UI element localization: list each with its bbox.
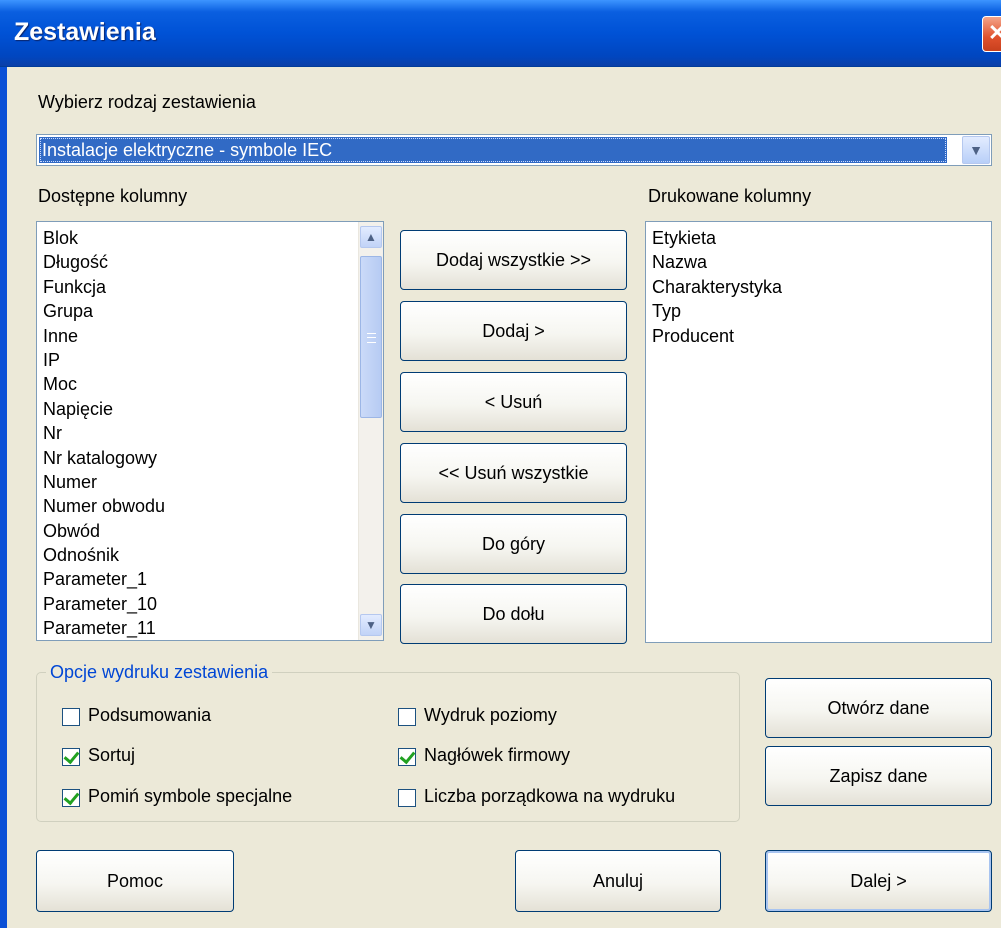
remove-button[interactable]: < Usuń	[400, 372, 627, 432]
printed-column-item[interactable]: Charakterystyka	[646, 275, 991, 299]
window-title: Zestawienia	[14, 18, 156, 46]
save-data-button[interactable]: Zapisz dane	[765, 746, 992, 806]
checkbox-box	[62, 708, 80, 726]
printed-column-item[interactable]: Nazwa	[646, 250, 991, 274]
available-column-item[interactable]: Parameter_1	[37, 567, 383, 591]
available-column-item[interactable]: Grupa	[37, 299, 383, 323]
remove-all-button[interactable]: << Usuń wszystkie	[400, 443, 627, 503]
available-column-item[interactable]: Nr	[37, 421, 383, 445]
available-column-item[interactable]: Obwód	[37, 519, 383, 543]
printed-column-item[interactable]: Etykieta	[646, 226, 991, 250]
available-column-item[interactable]: Napięcie	[37, 397, 383, 421]
available-columns-list[interactable]: Blok Długość Funkcja Grupa Inne IP Moc Napięcie…	[36, 221, 384, 641]
scroll-down-arrow-icon[interactable]: ▼	[360, 614, 382, 636]
move-up-button[interactable]: Do góry	[400, 514, 627, 574]
printed-columns-label: Drukowane kolumny	[648, 186, 812, 206]
report-type-dropdown[interactable]: Instalacje elektryczne - symbole IEC ▼	[36, 134, 992, 166]
close-icon: ✕	[988, 20, 1001, 45]
available-column-item[interactable]: Parameter_10	[37, 592, 383, 616]
scroll-thumb[interactable]	[360, 256, 382, 418]
next-button[interactable]: Dalej >	[765, 850, 992, 912]
scroll-up-arrow-icon[interactable]: ▲	[360, 226, 382, 248]
print-options-legend: Opcje wydruku zestawienia	[46, 662, 273, 683]
available-column-item[interactable]: Numer obwodu	[37, 494, 383, 518]
open-data-button[interactable]: Otwórz dane	[765, 678, 992, 738]
checkbox-box	[62, 788, 80, 807]
add-button[interactable]: Dodaj >	[400, 301, 627, 361]
available-column-item[interactable]: Blok	[37, 226, 383, 250]
available-list-scrollbar[interactable]: ▲ ▼	[358, 222, 383, 640]
available-column-item[interactable]: Parameter_11	[37, 616, 383, 640]
checkbox-box	[398, 708, 416, 726]
available-column-item[interactable]: Moc	[37, 372, 383, 396]
available-column-item[interactable]: Funkcja	[37, 275, 383, 299]
available-column-item[interactable]: Odnośnik	[37, 543, 383, 567]
checkmark-icon	[63, 788, 80, 806]
title-bar: Zestawienia ✕	[0, 0, 1001, 67]
checkbox-box	[398, 789, 416, 807]
available-columns-label: Dostępne kolumny	[38, 186, 188, 206]
checkbox-box	[398, 747, 416, 766]
window-frame-left	[0, 67, 7, 928]
close-button[interactable]: ✕	[982, 16, 1001, 52]
available-column-item[interactable]: Nr katalogowy	[37, 446, 383, 470]
chevron-down-icon[interactable]: ▼	[962, 136, 990, 164]
available-column-item[interactable]: Inne	[37, 324, 383, 348]
checkmark-icon	[399, 747, 416, 765]
available-column-item[interactable]: IP	[37, 348, 383, 372]
report-type-label: Wybierz rodzaj zestawienia	[38, 92, 256, 112]
report-type-selected: Instalacje elektryczne - symbole IEC	[39, 137, 947, 163]
checkbox-box	[62, 747, 80, 766]
checkmark-icon	[63, 747, 80, 765]
available-column-item[interactable]: Długość	[37, 250, 383, 274]
help-button[interactable]: Pomoc	[36, 850, 234, 912]
available-column-item[interactable]: Numer	[37, 470, 383, 494]
add-all-button[interactable]: Dodaj wszystkie >>	[400, 230, 627, 290]
printed-column-item[interactable]: Typ	[646, 299, 991, 323]
printed-columns-list[interactable]: Etykieta Nazwa Charakterystyka Typ Producent	[645, 221, 992, 643]
move-down-button[interactable]: Do dołu	[400, 584, 627, 644]
printed-column-item[interactable]: Producent	[646, 324, 991, 348]
cancel-button[interactable]: Anuluj	[515, 850, 721, 912]
